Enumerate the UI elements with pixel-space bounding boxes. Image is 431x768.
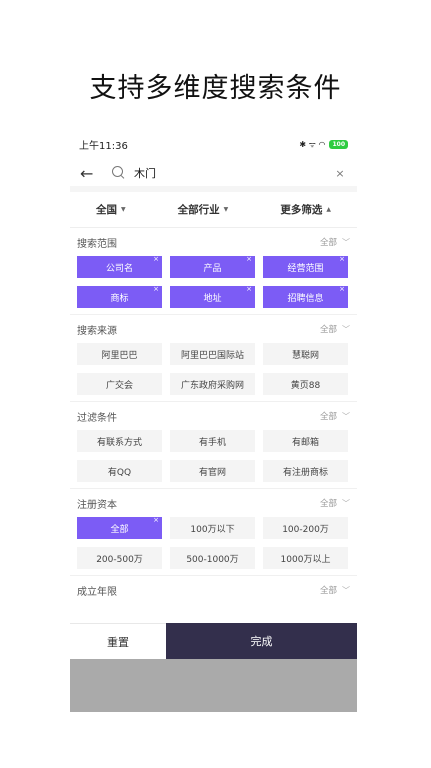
close-icon[interactable]: × [246, 286, 252, 293]
status-bar: 上午11:36 ✱ ᯤ ◠ 100 [70, 128, 357, 160]
chip-grid: 公司名 × 产品 × 经营范围 × 商标 × 地址 × 招聘信息 × [77, 256, 350, 314]
chip-recruitment[interactable]: 招聘信息 × [263, 286, 348, 308]
chip-label: 地址 [203, 293, 222, 304]
chip-capital-under-100[interactable]: 100万以下 [170, 517, 255, 539]
section-search-range: 搜索范围 全部 ﹀ 公司名 × 产品 × 经营范围 × 商标 × 地址 × 招聘信息 × [70, 228, 357, 315]
chip-has-trademark[interactable]: 有注册商标 [263, 460, 348, 482]
section-all-toggle[interactable]: 全部 ﹀ [319, 497, 350, 510]
dim-overlay[interactable] [70, 659, 357, 712]
all-label: 全部 [319, 325, 337, 335]
section-title: 注册资本 [77, 499, 117, 511]
hero-title: 支持多维度搜索条件 [89, 73, 342, 104]
filter-tabs: 全国 ▼ 全部行业 ▼ 更多筛选 ▲ [70, 192, 357, 228]
section-header: 成立年限 全部 ﹀ [77, 576, 350, 604]
chip-hc360[interactable]: 慧聪网 [263, 343, 348, 365]
done-button[interactable]: 完成 [166, 623, 357, 659]
close-icon[interactable]: × [246, 256, 252, 263]
caret-down-icon: ▼ [223, 206, 229, 213]
close-icon[interactable]: × [153, 286, 159, 293]
section-years-established: 成立年限 全部 ﹀ [70, 576, 357, 604]
caret-down-icon: ▼ [121, 206, 126, 213]
chevron-down-icon: ﹀ [342, 498, 350, 508]
all-label: 全部 [319, 499, 337, 509]
chip-canton-fair[interactable]: 广交会 [77, 373, 162, 395]
chip-grid: 有联系方式 有手机 有邮箱 有QQ 有官网 有注册商标 [77, 430, 350, 488]
chip-product[interactable]: 产品 × [170, 256, 255, 278]
chip-alibaba[interactable]: 阿里巴巴 [77, 343, 162, 365]
chip-has-phone[interactable]: 有手机 [170, 430, 255, 452]
all-label: 全部 [319, 238, 337, 248]
chip-has-email[interactable]: 有邮箱 [263, 430, 348, 452]
close-icon[interactable]: × [153, 517, 159, 524]
battery-icon: 100 [329, 139, 348, 149]
search-bar: ← × [70, 160, 357, 186]
close-icon[interactable]: × [339, 256, 345, 263]
chip-capital-500-1000[interactable]: 500-1000万 [170, 547, 255, 569]
tab-label: 更多筛选 [280, 204, 323, 216]
section-title: 搜索范围 [77, 238, 117, 250]
section-all-toggle[interactable]: 全部 ﹀ [319, 410, 350, 423]
section-title: 搜索来源 [77, 325, 117, 337]
section-title: 成立年限 [77, 586, 117, 598]
chip-gd-procurement[interactable]: 广东政府采购网 [170, 373, 255, 395]
section-search-source: 搜索来源 全部 ﹀ 阿里巴巴 阿里巴巴国际站 慧聪网 广交会 广东政府采购网 黄页… [70, 315, 357, 402]
chip-huangye88[interactable]: 黄页88 [263, 373, 348, 395]
status-icons: ✱ ᯤ ◠ 100 [299, 139, 348, 150]
tab-more-filters[interactable]: 更多筛选 ▲ [280, 202, 331, 217]
chip-capital-over-1000[interactable]: 1000万以上 [263, 547, 348, 569]
chip-capital-200-500[interactable]: 200-500万 [77, 547, 162, 569]
all-label: 全部 [319, 586, 337, 596]
chip-trademark[interactable]: 商标 × [77, 286, 162, 308]
chevron-down-icon: ﹀ [342, 324, 350, 334]
tab-region[interactable]: 全国 ▼ [96, 202, 126, 217]
clear-icon[interactable]: × [333, 167, 347, 180]
chip-has-contact[interactable]: 有联系方式 [77, 430, 162, 452]
reset-button[interactable]: 重置 [70, 623, 166, 659]
tab-label: 全部行业 [177, 204, 220, 216]
chip-grid: 阿里巴巴 阿里巴巴国际站 慧聪网 广交会 广东政府采购网 黄页88 [77, 343, 350, 401]
chip-has-website[interactable]: 有官网 [170, 460, 255, 482]
chip-has-qq[interactable]: 有QQ [77, 460, 162, 482]
section-filter-conditions: 过滤条件 全部 ﹀ 有联系方式 有手机 有邮箱 有QQ 有官网 有注册商标 [70, 402, 357, 489]
chip-label: 经营范围 [287, 263, 324, 274]
phone-screen: 上午11:36 ✱ ᯤ ◠ 100 ← × 全国 ▼ 全部行业 ▼ 更多筛选 ▲… [70, 128, 357, 712]
chip-label: 商标 [110, 293, 129, 304]
chip-label: 公司名 [105, 263, 133, 274]
status-time: 上午11:36 [79, 140, 128, 152]
chip-alibaba-intl[interactable]: 阿里巴巴国际站 [170, 343, 255, 365]
search-icon [112, 166, 126, 180]
chevron-down-icon: ﹀ [342, 237, 350, 247]
section-all-toggle[interactable]: 全部 ﹀ [319, 236, 350, 249]
caret-up-icon: ▲ [326, 206, 331, 213]
chevron-down-icon: ﹀ [342, 411, 350, 421]
close-icon[interactable]: × [153, 256, 159, 263]
chip-capital-100-200[interactable]: 100-200万 [263, 517, 348, 539]
back-arrow-icon[interactable]: ← [80, 164, 104, 183]
tab-industry[interactable]: 全部行业 ▼ [178, 202, 229, 217]
tab-label: 全国 [96, 204, 118, 216]
chip-label: 全部 [110, 524, 129, 535]
section-header: 注册资本 全部 ﹀ [77, 489, 350, 517]
section-header: 过滤条件 全部 ﹀ [77, 402, 350, 430]
section-title: 过滤条件 [77, 412, 117, 424]
close-icon[interactable]: × [339, 286, 345, 293]
chevron-down-icon: ﹀ [342, 585, 350, 595]
section-all-toggle[interactable]: 全部 ﹀ [319, 323, 350, 336]
chip-capital-all[interactable]: 全部 × [77, 517, 162, 539]
section-registered-capital: 注册资本 全部 ﹀ 全部 × 100万以下 100-200万 200-500万 50… [70, 489, 357, 576]
signal-wifi-icon: ✱ ᯤ ◠ [299, 139, 326, 149]
chip-business-scope[interactable]: 经营范围 × [263, 256, 348, 278]
section-header: 搜索来源 全部 ﹀ [77, 315, 350, 343]
chip-address[interactable]: 地址 × [170, 286, 255, 308]
chip-label: 产品 [203, 263, 222, 274]
chip-label: 招聘信息 [287, 293, 324, 304]
section-all-toggle[interactable]: 全部 ﹀ [319, 584, 350, 597]
section-header: 搜索范围 全部 ﹀ [77, 228, 350, 256]
all-label: 全部 [319, 412, 337, 422]
search-input[interactable] [134, 166, 333, 180]
bottom-action-bar: 重置 完成 [70, 623, 357, 659]
chip-company-name[interactable]: 公司名 × [77, 256, 162, 278]
chip-grid: 全部 × 100万以下 100-200万 200-500万 500-1000万 1… [77, 517, 350, 575]
